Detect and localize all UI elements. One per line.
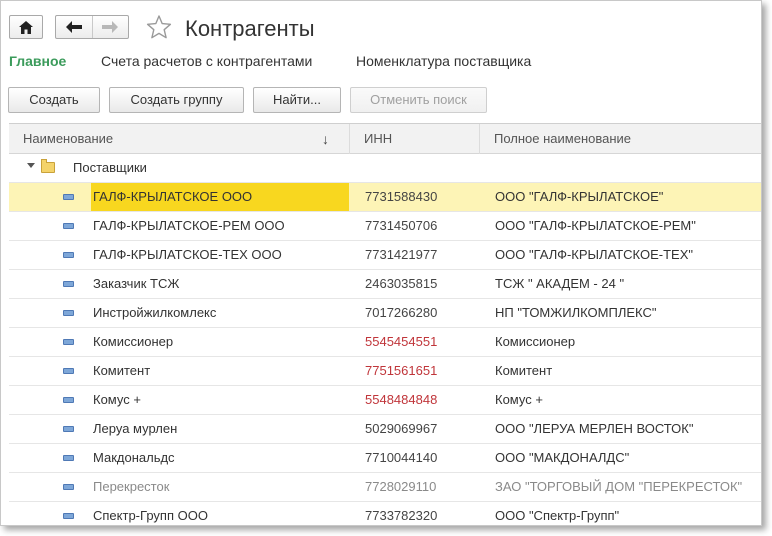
cell-full-name: Комиссионер	[495, 334, 576, 349]
item-icon	[63, 310, 74, 316]
column-header-inn[interactable]: ИНН	[349, 124, 479, 154]
table-row[interactable]: Спектр-Групп ООО 7733782320 ООО "Спектр-Гр…	[9, 502, 761, 525]
create-button[interactable]: Создать	[8, 87, 100, 113]
cell-inn: 2463035815	[365, 276, 438, 291]
cell-full-name: ООО "ГАЛФ-КРЫЛАТСКОЕ"	[495, 189, 664, 204]
command-bar: Создать Создать группу Найти... Отменить…	[1, 85, 761, 113]
table-row[interactable]: Комиссионер 5545454551 Комиссионер	[9, 328, 761, 357]
table-group-row[interactable]: Поставщики	[9, 154, 761, 183]
arrow-right-icon	[102, 21, 119, 33]
item-icon	[63, 252, 74, 258]
item-icon	[63, 484, 74, 490]
item-icon	[63, 397, 74, 403]
table-row[interactable]: ГАЛФ-КРЫЛАТСКОЕ-ТЕХ ООО 7731421977 ООО "ГА…	[9, 241, 761, 270]
cell-full-name: ООО "ГАЛФ-КРЫЛАТСКОЕ-РЕМ"	[495, 218, 696, 233]
cell-inn: 7728029110	[365, 479, 437, 494]
table-row[interactable]: ГАЛФ-КРЫЛАТСКОЕ ООО 7731588430 ООО "ГАЛФ-К…	[9, 183, 761, 212]
home-icon	[19, 20, 33, 34]
cancel-search-button[interactable]: Отменить поиск	[350, 87, 487, 113]
cell-full-name: ООО "МАКДОНАЛДС"	[495, 450, 630, 465]
folder-icon	[41, 159, 55, 173]
cell-inn: 7731450706	[365, 218, 438, 233]
navigation-buttons	[55, 15, 129, 39]
expand-triangle-icon[interactable]	[27, 163, 35, 168]
item-icon	[63, 223, 74, 229]
cell-full-name: НП "ТОМЖИЛКОМПЛЕКС"	[495, 305, 657, 320]
cell-name: ГАЛФ-КРЫЛАТСКОЕ ООО	[91, 183, 349, 211]
column-header-name-label: Наименование	[23, 131, 114, 146]
cell-name: Комиссионер	[93, 334, 174, 349]
table-header: Наименование ↓ ИНН Полное наименование	[9, 123, 761, 154]
cell-name: Макдональдс	[93, 450, 175, 465]
table-row[interactable]: Перекресток 7728029110 ЗАО "ТОРГОВЫЙ ДОМ "…	[9, 473, 761, 502]
cell-inn: 7751561651	[365, 363, 438, 378]
cell-name: ГАЛФ-КРЫЛАТСКОЕ-РЕМ ООО	[93, 218, 285, 233]
table-row[interactable]: Макдональдс 7710044140 ООО "МАКДОНАЛДС"	[9, 444, 761, 473]
arrow-left-icon	[65, 21, 82, 33]
cell-name: Комус +	[93, 392, 141, 407]
column-header-full-name-label: Полное наименование	[494, 131, 632, 146]
page-title: Контрагенты	[185, 16, 315, 41]
cell-name: Инстройжилкомлекс	[93, 305, 217, 320]
create-group-button[interactable]: Создать группу	[109, 87, 244, 113]
cell-name: Спектр-Групп ООО	[93, 508, 208, 523]
home-button[interactable]	[9, 15, 43, 39]
cell-full-name: ООО "ГАЛФ-КРЫЛАТСКОЕ-ТЕХ"	[495, 247, 693, 262]
cell-full-name: ЗАО "ТОРГОВЫЙ ДОМ "ПЕРЕКРЕСТОК"	[495, 479, 743, 494]
item-icon	[63, 426, 74, 432]
column-header-full-name[interactable]: Полное наименование	[479, 124, 761, 154]
find-button[interactable]: Найти...	[253, 87, 341, 113]
table-row[interactable]: Леруа мурлен 5029069967 ООО "ЛЕРУА МЕРЛЕН …	[9, 415, 761, 444]
table-row[interactable]: Инстройжилкомлекс 7017266280 НП "ТОМЖИЛКОМ…	[9, 299, 761, 328]
table-row[interactable]: Заказчик ТСЖ 2463035815 ТСЖ " АКАДЕМ - 24 …	[9, 270, 761, 299]
cell-inn: 7731421977	[365, 247, 438, 262]
cell-inn: 7733782320	[365, 508, 438, 523]
cell-full-name: Комитент	[495, 363, 553, 378]
item-icon	[63, 368, 74, 374]
group-label: Поставщики	[73, 160, 147, 175]
table-row[interactable]: Комитент 7751561651 Комитент	[9, 357, 761, 386]
tab-supplier-nomenclature[interactable]: Номенклатура поставщика	[356, 53, 531, 69]
cell-inn: 5545454551	[365, 334, 438, 349]
cell-name: ГАЛФ-КРЫЛАТСКОЕ-ТЕХ ООО	[93, 247, 282, 262]
cell-inn: 7731588430	[365, 189, 438, 204]
contractors-window: Контрагенты Главное Счета расчетов с кон…	[0, 0, 762, 526]
cell-name: Леруа мурлен	[93, 421, 178, 436]
cell-name: Заказчик ТСЖ	[93, 276, 180, 291]
cell-full-name: ООО "Спектр-Групп"	[495, 508, 620, 523]
cell-name: Перекресток	[93, 479, 170, 494]
tab-settlement-accounts[interactable]: Счета расчетов с контрагентами	[101, 53, 312, 69]
item-icon	[63, 513, 74, 519]
cell-inn: 5548484848	[365, 392, 438, 407]
item-icon	[63, 194, 74, 200]
item-icon	[63, 281, 74, 287]
cell-inn: 7017266280	[365, 305, 438, 320]
cell-full-name: ТСЖ " АКАДЕМ - 24 "	[495, 276, 625, 291]
cell-inn: 5029069967	[365, 421, 438, 436]
sort-down-icon: ↓	[322, 131, 329, 147]
cell-full-name: ООО "ЛЕРУА МЕРЛЕН ВОСТОК"	[495, 421, 694, 436]
cell-name: Комитент	[93, 363, 151, 378]
favorite-star-icon[interactable]	[146, 14, 172, 40]
column-header-inn-label: ИНН	[364, 131, 393, 146]
back-button[interactable]	[56, 16, 92, 38]
item-icon	[63, 455, 74, 461]
table-row[interactable]: Комус + 5548484848 Комус +	[9, 386, 761, 415]
item-icon	[63, 339, 74, 345]
column-header-name[interactable]: Наименование ↓	[9, 124, 349, 154]
table-row[interactable]: ГАЛФ-КРЫЛАТСКОЕ-РЕМ ООО 7731450706 ООО "ГА…	[9, 212, 761, 241]
forward-button[interactable]	[91, 16, 129, 38]
cell-inn: 7710044140	[365, 450, 438, 465]
title-bar: Контрагенты	[1, 1, 761, 45]
contractors-table[interactable]: Наименование ↓ ИНН Полное наименование П…	[9, 123, 761, 525]
tab-main[interactable]: Главное	[9, 53, 66, 69]
cell-full-name: Комус +	[495, 392, 543, 407]
